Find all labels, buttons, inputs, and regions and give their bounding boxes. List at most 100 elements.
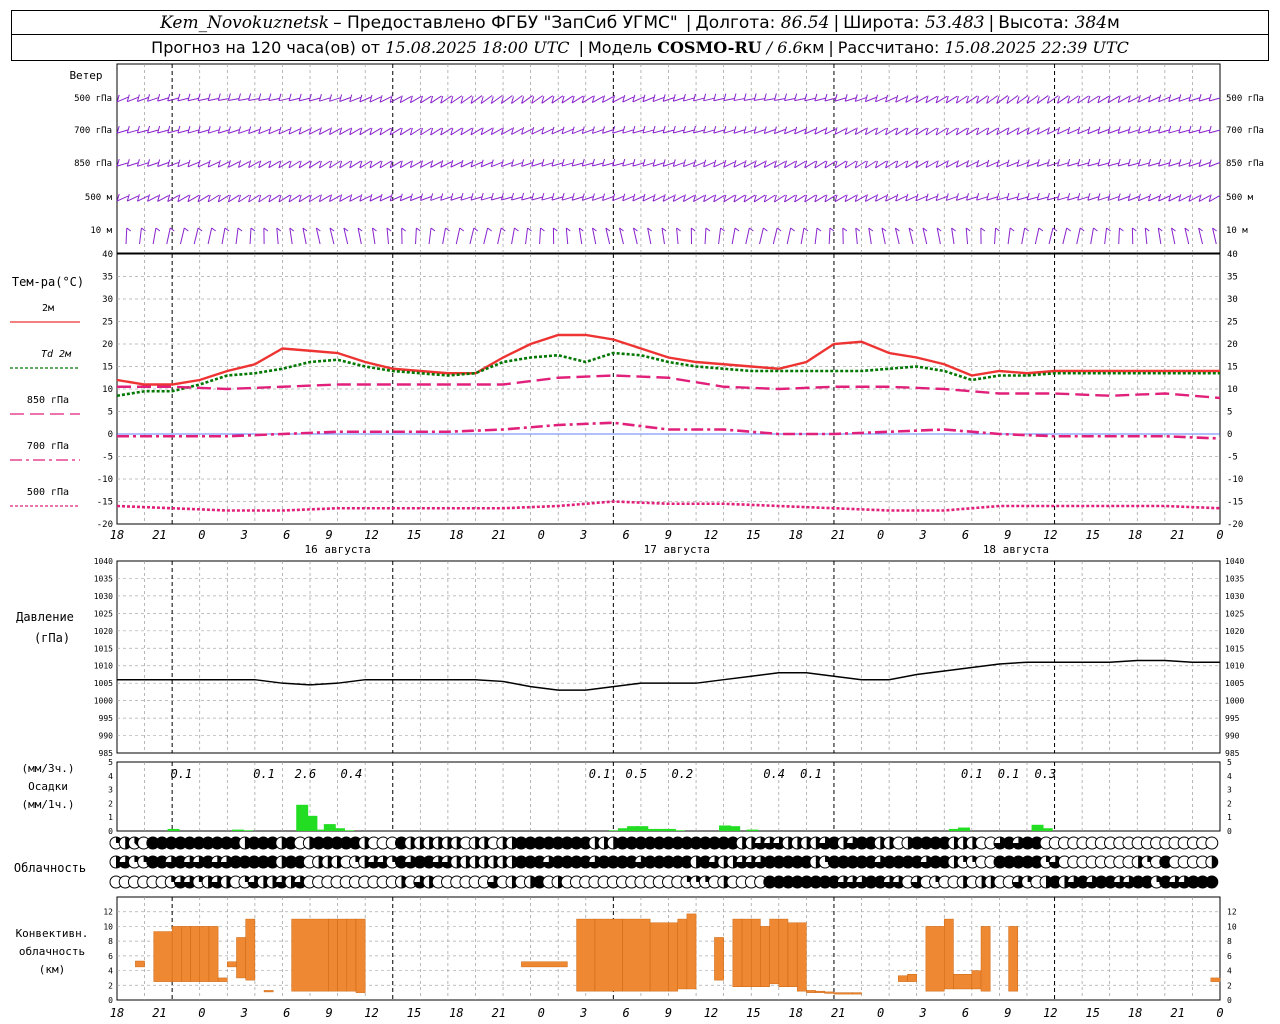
wind-barb-feather xyxy=(734,227,740,232)
conv-bar xyxy=(815,990,826,993)
wind-barb-feather xyxy=(511,192,514,201)
hour-label-upper: 12 xyxy=(1043,528,1057,542)
wind-barb xyxy=(754,98,766,101)
precip-3h-total: 0.1 xyxy=(961,767,983,781)
conv-bar xyxy=(208,926,219,982)
conv-bar xyxy=(833,992,853,995)
wind-barb xyxy=(1157,227,1162,245)
temp-legend-label: Td 2м xyxy=(41,349,72,360)
conv-bar xyxy=(171,926,182,982)
wind-barb xyxy=(855,97,867,102)
temp-legend-label: 850 гПа xyxy=(27,395,69,406)
pressure-tick-left: 1030 xyxy=(94,592,113,601)
wind-barb-feather xyxy=(1208,93,1212,102)
wind-barb xyxy=(925,195,938,202)
wind-barb-feather xyxy=(1066,227,1071,232)
wind-barb-feather xyxy=(541,192,545,201)
wind-level-label: 500 м xyxy=(1226,193,1254,203)
hour-label-lower: 18 xyxy=(1128,1006,1142,1020)
wind-barb xyxy=(167,97,179,102)
precip-tick-right: 1 xyxy=(1227,813,1232,822)
wind-barb xyxy=(713,129,725,134)
hour-label-upper: 3 xyxy=(240,528,248,542)
wind-barb-feather xyxy=(773,93,777,101)
pressure-tick-right: 1035 xyxy=(1225,574,1244,583)
pressure-tick-right: 1040 xyxy=(1225,557,1244,566)
wind-barb xyxy=(703,97,715,102)
conv-tick-right: 10 xyxy=(1227,922,1237,931)
conv-bar xyxy=(346,918,357,992)
hour-label-lower: 21 xyxy=(152,1006,166,1020)
wind-barb xyxy=(249,227,252,245)
cloud-fill xyxy=(1205,876,1218,888)
wind-barb xyxy=(994,227,997,245)
wind-barb xyxy=(1037,196,1049,201)
wind-barb xyxy=(541,196,553,201)
pressure-tick-left: 1015 xyxy=(94,644,113,653)
temp-legend-label: 500 гПа xyxy=(27,487,69,498)
hour-label-upper: 21 xyxy=(831,528,845,542)
wind-barb xyxy=(167,129,179,134)
wind-barb xyxy=(1034,227,1040,245)
wind-barb xyxy=(127,162,139,167)
wind-barb xyxy=(1118,129,1130,134)
temp-tick-right: -5 xyxy=(1227,453,1238,463)
temp-tick-left: -10 xyxy=(97,475,113,485)
hour-label-upper: 3 xyxy=(918,528,926,542)
wind-barb xyxy=(442,227,446,245)
hour-label-lower: 3 xyxy=(918,1006,926,1020)
conv-bar xyxy=(622,918,651,992)
wind-barb xyxy=(1107,162,1120,167)
wind-barb xyxy=(491,161,503,168)
precip-bar xyxy=(342,830,355,831)
wind-barb xyxy=(539,227,541,245)
conv-bar xyxy=(732,918,743,988)
wind-barb xyxy=(1076,227,1081,245)
conv-bar xyxy=(898,975,908,982)
wind-barb xyxy=(329,97,341,102)
hour-label-lower: 15 xyxy=(407,1006,421,1020)
wind-barb xyxy=(288,97,301,102)
wind-barb xyxy=(1188,97,1201,102)
wind-barb xyxy=(602,129,614,134)
hour-label-upper: 15 xyxy=(1086,528,1100,542)
wind-barb xyxy=(157,97,169,102)
wind-barb-feather xyxy=(602,158,605,167)
wind-barb xyxy=(193,227,199,245)
wind-barb xyxy=(946,196,958,201)
pressure-tick-right: 1015 xyxy=(1225,644,1244,653)
wind-barb xyxy=(1077,162,1089,167)
wind-barb-feather xyxy=(207,93,211,101)
wind-barb-feather xyxy=(703,125,707,134)
temp-tick-right: 10 xyxy=(1227,385,1238,395)
wind-barb-feather xyxy=(187,125,191,134)
wind-barb xyxy=(157,129,169,134)
wind-barb xyxy=(127,96,139,103)
wind-barb-feather xyxy=(1097,158,1101,167)
precip-3h-total: 0.2 xyxy=(671,767,693,781)
wind-barb xyxy=(774,128,786,135)
wind-barb-feather xyxy=(693,125,696,134)
wind-barb xyxy=(218,129,230,134)
wind-barb-feather xyxy=(445,227,450,232)
wind-barb xyxy=(117,162,129,167)
temp-tick-right: 0 xyxy=(1227,430,1232,440)
hour-label-lower: 18 xyxy=(110,1006,124,1020)
wind-barb xyxy=(951,227,955,245)
precip-3h-total: 0.1 xyxy=(800,767,822,781)
wind-barb xyxy=(208,129,220,134)
wind-barb-feather xyxy=(803,227,809,232)
precip-tick-right: 3 xyxy=(1227,786,1232,795)
wind-barb xyxy=(1047,162,1059,167)
wind-barb xyxy=(166,227,171,245)
wind-barb xyxy=(1118,227,1120,245)
conv-bar xyxy=(787,922,798,988)
precip-3h-total: 0.1 xyxy=(589,767,611,781)
wind-barb xyxy=(278,97,291,102)
wind-barb xyxy=(139,227,142,245)
wind-barb xyxy=(551,196,564,201)
wind-barb-feather xyxy=(238,93,242,101)
wind-barb xyxy=(235,227,239,245)
pressure-tick-left: 1010 xyxy=(94,662,113,671)
date-label: 17 августа xyxy=(644,543,710,556)
